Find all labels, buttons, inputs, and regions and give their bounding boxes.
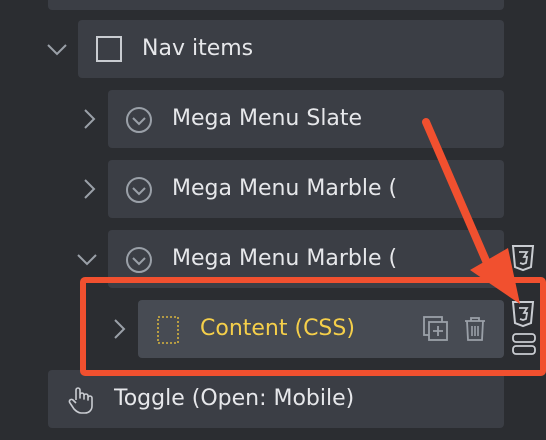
- tree-row-content-css[interactable]: Content (CSS): [138, 300, 504, 358]
- tree-row-label: Mega Menu Slate: [172, 106, 363, 131]
- tree-row-mega-menu-marble-expanded[interactable]: Mega Menu Marble (: [108, 230, 504, 288]
- toggle-icon: [512, 333, 536, 355]
- hand-pointer-icon: [68, 387, 93, 414]
- tree-row-toggle[interactable]: Toggle (Open: Mobile): [48, 370, 504, 428]
- tree-row-mega-menu-marble[interactable]: Mega Menu Marble (: [108, 160, 504, 218]
- chevron-right-icon[interactable]: [78, 178, 100, 200]
- tree-row-label: Mega Menu Marble (: [172, 246, 398, 271]
- tree-row-label: Mega Menu Marble (: [172, 176, 398, 201]
- tree-row-label: Toggle (Open: Mobile): [114, 386, 355, 411]
- tree-row-label: Nav items: [142, 36, 254, 61]
- tree-row-nav-items[interactable]: Nav items: [78, 20, 504, 78]
- css3-icon: [511, 245, 535, 272]
- chevron-down-icon[interactable]: [76, 248, 98, 270]
- tree-row-partial[interactable]: [48, 0, 504, 10]
- trash-icon[interactable]: [462, 315, 488, 343]
- checkbox-icon: [96, 36, 122, 62]
- css3-icon: [511, 301, 535, 328]
- tree-row-mega-menu-slate[interactable]: Mega Menu Slate: [108, 90, 504, 148]
- circle-chevron-icon: [126, 247, 152, 273]
- chevron-down-icon[interactable]: [46, 38, 68, 60]
- chevron-right-icon[interactable]: [78, 108, 100, 130]
- duplicate-icon[interactable]: [422, 315, 450, 343]
- chevron-right-icon[interactable]: [108, 318, 130, 340]
- circle-chevron-icon: [126, 107, 152, 133]
- dotted-frame-icon: [157, 316, 179, 344]
- tree-row-label: Content (CSS): [200, 316, 355, 341]
- circle-chevron-icon: [126, 177, 152, 203]
